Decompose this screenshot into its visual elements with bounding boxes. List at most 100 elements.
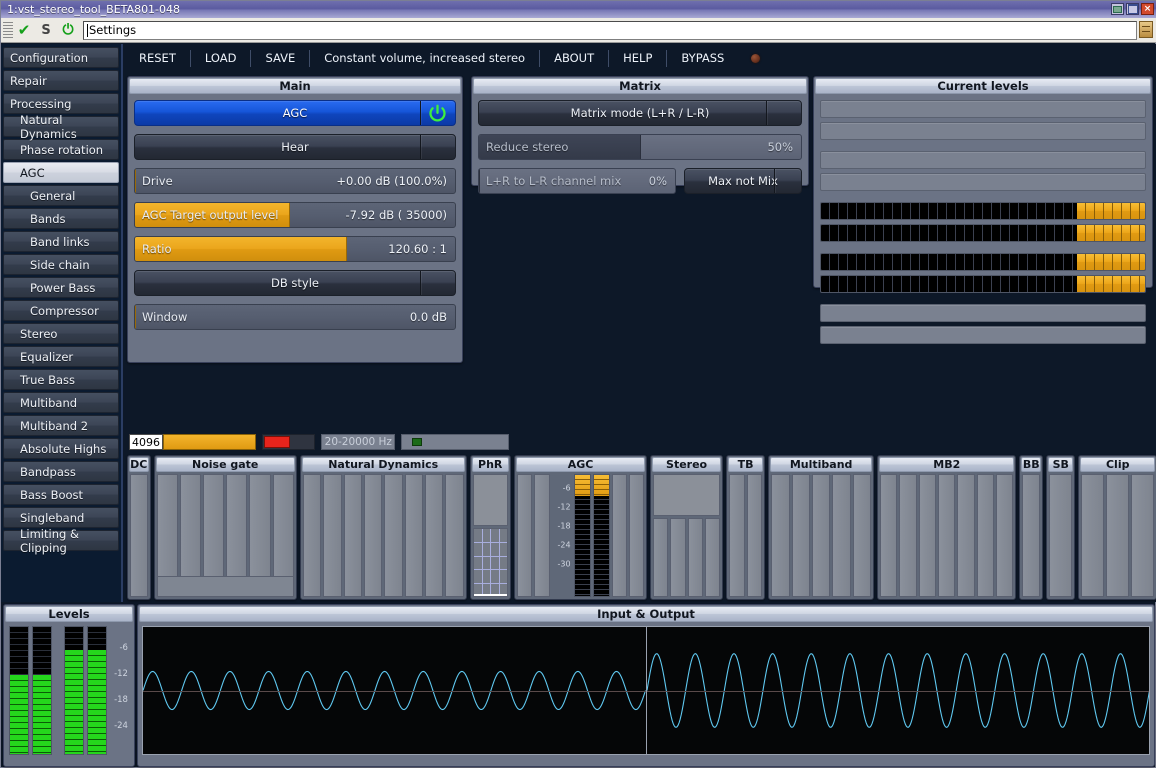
sidebar-item-power-bass[interactable]: Power Bass (3, 277, 119, 298)
band-slider[interactable] (424, 474, 444, 597)
band-slider[interactable] (918, 474, 937, 597)
band-slider[interactable] (899, 474, 917, 597)
sidebar-item-stereo[interactable]: Stereo (3, 323, 119, 344)
strip-clip[interactable]: Clip (1078, 455, 1156, 600)
sidebar-item-multiband-2[interactable]: Multiband 2 (3, 415, 119, 436)
help-button[interactable]: HELP (609, 44, 666, 72)
drive-slider[interactable]: Drive +0.00 dB (100.0%) (134, 168, 456, 194)
sidebar-item-repair[interactable]: Repair (3, 70, 119, 91)
sidebar-item-agc[interactable]: AGC (3, 162, 119, 183)
sidebar-item-bass-boost[interactable]: Bass Boost (3, 484, 119, 505)
power-icon[interactable]: ⏻ (57, 19, 79, 41)
frequency-range-label[interactable]: 20-20000 Hz (321, 434, 396, 450)
channel-mix-slider[interactable]: L+R to L-R channel mix 0% (478, 168, 676, 194)
band-slider[interactable] (1081, 474, 1105, 597)
band-slider[interactable] (791, 474, 810, 597)
load-button[interactable]: LOAD (191, 44, 251, 72)
green-status-led[interactable] (401, 434, 509, 450)
strip-phr[interactable]: PhR (469, 455, 511, 600)
stereo-display[interactable] (653, 474, 720, 516)
sidebar-item-multiband[interactable]: Multiband (3, 392, 119, 413)
band-slider[interactable] (728, 474, 745, 597)
band-slider[interactable] (1106, 474, 1130, 597)
sidebar-item-natural-dynamics[interactable]: Natural Dynamics (3, 113, 119, 141)
sidebar-item-phase-rotation[interactable]: Phase rotation (3, 139, 119, 160)
sidebar-item-side-chain[interactable]: Side chain (3, 254, 119, 275)
strip-sb[interactable]: SB (1046, 455, 1076, 600)
sidebar-item-singleband[interactable]: Singleband (3, 507, 119, 528)
stereo-slider[interactable] (653, 518, 669, 597)
settings-input[interactable]: Settings (83, 20, 1137, 40)
agc-slider[interactable] (628, 474, 645, 597)
maximize-button[interactable] (1126, 3, 1139, 15)
matrix-mode-button[interactable]: Matrix mode (L+R / L-R) (478, 100, 802, 126)
band-slider[interactable] (130, 474, 148, 597)
strip-mb2[interactable]: MB2 (877, 455, 1017, 600)
preset-name-button[interactable]: Constant volume, increased stereo (310, 44, 539, 72)
hear-button[interactable]: Hear (134, 134, 456, 160)
sidebar-item-equalizer[interactable]: Equalizer (3, 346, 119, 367)
minimize-button[interactable] (1111, 3, 1124, 15)
check-icon[interactable]: ✔ (13, 19, 35, 41)
agc-slider[interactable] (611, 474, 627, 597)
band-slider[interactable] (302, 474, 322, 597)
save-button[interactable]: SAVE (251, 44, 309, 72)
band-slider[interactable] (771, 474, 790, 597)
reset-button[interactable]: RESET (125, 44, 190, 72)
strip-tb[interactable]: TB (725, 455, 766, 600)
drawer-icon[interactable] (1139, 21, 1153, 38)
s-icon[interactable]: S (35, 19, 57, 41)
band-slider[interactable] (1131, 474, 1154, 597)
fft-size-value[interactable]: 4096 (129, 434, 163, 450)
band-slider[interactable] (343, 474, 362, 597)
band-slider[interactable] (938, 474, 956, 597)
close-button[interactable]: × (1141, 3, 1154, 15)
ratio-slider[interactable]: Ratio 120.60 : 1 (134, 236, 456, 262)
bypass-button[interactable]: BYPASS (667, 44, 738, 72)
sidebar-item-bandpass[interactable]: Bandpass (3, 461, 119, 482)
band-slider[interactable] (1049, 474, 1073, 597)
stereo-slider[interactable] (687, 518, 703, 597)
strip-bb[interactable]: BB (1019, 455, 1044, 600)
phase-rotation-display[interactable] (472, 474, 508, 526)
band-slider[interactable] (832, 474, 851, 597)
band-slider[interactable] (323, 474, 342, 597)
strip-agc[interactable]: AGC -6 -12 -18 -24 -30 (513, 455, 648, 600)
reduce-stereo-slider[interactable]: Reduce stereo 50% (478, 134, 802, 160)
phase-rotation-grid[interactable] (472, 528, 508, 597)
max-not-mix-button[interactable]: Max not Mix (684, 168, 802, 194)
strip-multiband[interactable]: Multiband (768, 455, 875, 600)
band-slider[interactable] (852, 474, 872, 597)
sidebar-item-general[interactable]: General (3, 185, 119, 206)
agc-toggle-button[interactable]: AGC (134, 100, 456, 126)
sidebar-item-limiting-clipping[interactable]: Limiting & Clipping (3, 527, 119, 555)
sidebar-item-absolute-highs[interactable]: Absolute Highs (3, 438, 119, 459)
sidebar-item-true-bass[interactable]: True Bass (3, 369, 119, 390)
db-style-right-segment[interactable] (420, 271, 455, 295)
sidebar-item-band-links[interactable]: Band links (3, 231, 119, 252)
about-button[interactable]: ABOUT (540, 44, 608, 72)
band-slider[interactable] (880, 474, 898, 597)
matrix-mode-right-segment[interactable] (766, 101, 801, 125)
band-slider[interactable] (404, 474, 423, 597)
strip-stereo[interactable]: Stereo (650, 455, 723, 600)
agc-slider[interactable] (516, 474, 533, 597)
sidebar-item-bands[interactable]: Bands (3, 208, 119, 229)
sidebar-item-compressor[interactable]: Compressor (3, 300, 119, 321)
agc-target-output-level-slider[interactable]: AGC Target output level -7.92 dB ( 35000… (134, 202, 456, 228)
drag-grip-icon[interactable] (3, 21, 13, 39)
band-slider[interactable] (811, 474, 831, 597)
band-slider[interactable] (445, 474, 464, 597)
hear-button-right-segment[interactable] (420, 135, 455, 159)
red-level-indicator[interactable] (262, 434, 316, 450)
window-slider[interactable]: Window 0.0 dB (134, 304, 456, 330)
fft-size-bar[interactable] (163, 434, 256, 450)
band-slider[interactable] (363, 474, 383, 597)
sidebar-item-configuration[interactable]: Configuration (3, 47, 119, 68)
agc-slider[interactable] (534, 474, 550, 597)
strip-natural-dynamics[interactable]: Natural Dynamics (299, 455, 467, 600)
db-style-button[interactable]: DB style (134, 270, 456, 296)
stereo-slider[interactable] (704, 518, 720, 597)
band-slider[interactable] (996, 474, 1014, 597)
band-slider[interactable] (384, 474, 403, 597)
